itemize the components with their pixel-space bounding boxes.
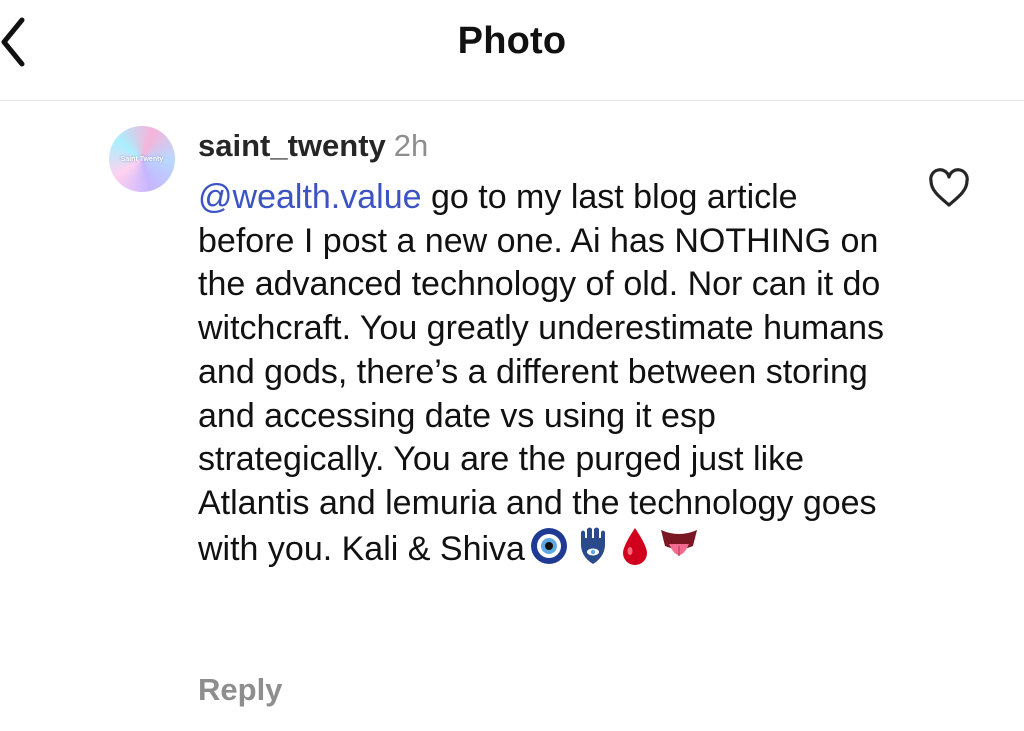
comment-body: go to my last blog article before I post… (198, 178, 885, 568)
nazar-amulet-icon (529, 526, 569, 578)
page-title: Photo (457, 20, 567, 62)
hamsa-icon (573, 526, 613, 578)
tongue-out-icon (657, 526, 701, 578)
comment-meta: saint_twenty 2h (198, 124, 428, 168)
blood-drop-icon (617, 526, 653, 578)
mention-link[interactable]: @wealth.value (198, 178, 422, 216)
username-link[interactable]: saint_twenty (198, 128, 386, 163)
avatar[interactable]: Saint Twenty (109, 126, 175, 192)
heart-outline-icon (929, 168, 969, 207)
avatar-label: Saint Twenty (120, 155, 164, 163)
reply-button[interactable]: Reply (198, 672, 282, 708)
comment-text: @wealth.value go to my last blog article… (198, 176, 888, 577)
top-bar: Photo (0, 0, 1024, 101)
timestamp: 2h (393, 128, 429, 163)
like-button[interactable] (927, 168, 971, 208)
